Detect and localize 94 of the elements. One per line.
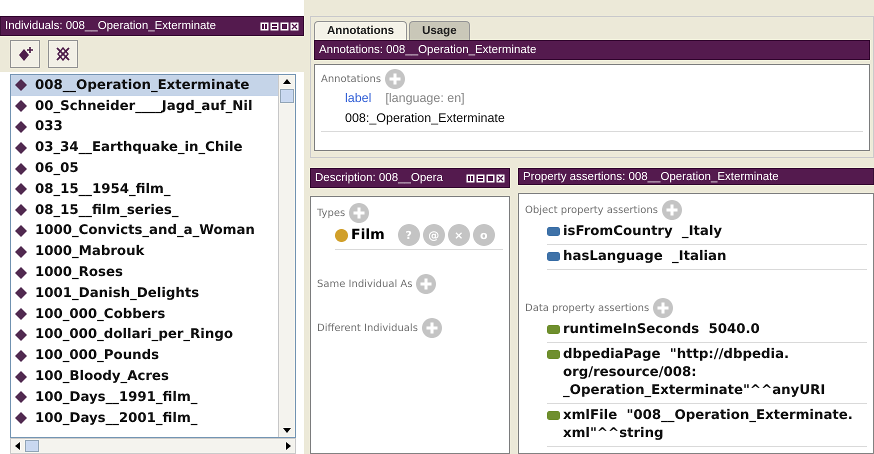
property-assertion[interactable]: hasLanguage _Italian	[563, 248, 726, 266]
add-individual-button[interactable]	[10, 40, 40, 68]
diamond-icon	[15, 162, 27, 175]
individual-name: 008__Operation_Exterminate	[35, 78, 250, 93]
individual-item[interactable]: 1000_Roses	[11, 262, 278, 283]
property-icon	[547, 325, 560, 334]
scrollbar-thumb[interactable]	[280, 89, 294, 103]
diamond-icon	[15, 142, 27, 154]
section-label: Same Individual As	[317, 278, 412, 290]
property-assertion[interactable]: dbpediaPage "http://dbpedia. org/resource/008: _Operation_Exterminate"^^anyURI	[563, 346, 826, 400]
individual-item[interactable]: 033	[11, 116, 278, 138]
individual-name: 00_Schneider____Jagd_auf_Nil	[35, 98, 253, 114]
individual-name: 100_000_Cobbers	[35, 306, 166, 322]
minimize-view-icon[interactable]	[476, 174, 485, 182]
individual-item[interactable]: 1000_Convicts_and_a_Woman	[11, 220, 278, 242]
class-dot-icon	[335, 228, 348, 242]
horizontal-scrollbar[interactable]	[10, 438, 296, 454]
individual-name: 03_34__Earthquake_in_Chile	[35, 140, 243, 156]
maximize-view-icon[interactable]	[280, 22, 289, 30]
type-name[interactable]: Film	[351, 227, 385, 243]
diamond-icon	[15, 391, 27, 404]
property-icon	[547, 252, 560, 261]
individual-name: 08_15__film_series_	[35, 202, 178, 218]
individual-name: 1000_Convicts_and_a_Woman	[35, 223, 255, 238]
panel-title: Property assertions: 008__Operation_Exterminate	[523, 170, 780, 182]
individual-name: 1000_Roses	[35, 265, 123, 280]
delete-individual-button[interactable]	[48, 40, 78, 68]
diamond-icon	[15, 287, 27, 300]
individual-name: 06_05	[35, 161, 79, 176]
minimize-view-icon[interactable]	[270, 22, 279, 30]
diamond-icon	[15, 266, 27, 279]
individual-item[interactable]: 100_Days__2001_film_	[11, 408, 278, 429]
diamond-icon	[15, 224, 27, 237]
tab[interactable]: Usage	[409, 21, 470, 40]
individual-item[interactable]: 08_15__film_series_	[11, 200, 278, 221]
individual-name: 033	[35, 119, 63, 134]
split-view-icon[interactable]	[466, 174, 475, 182]
scrollbar-thumb[interactable]	[25, 440, 39, 452]
diamond-icon	[15, 246, 27, 258]
maximize-view-icon[interactable]	[486, 174, 495, 182]
individual-item[interactable]: 06_05	[11, 158, 278, 179]
individual-name: 08_15__1954_film_	[35, 182, 171, 197]
panel-title: Description: 008__Opera	[315, 172, 444, 184]
vertical-scrollbar[interactable]	[278, 75, 295, 437]
split-view-icon[interactable]	[260, 22, 269, 30]
individual-name: 100_Days__1991_film_	[35, 390, 198, 405]
diamond-icon	[15, 412, 27, 424]
close-view-icon[interactable]	[496, 174, 505, 182]
diamond-plus-icon	[16, 45, 34, 63]
diamond-icon	[15, 308, 27, 320]
section-label: Types	[317, 208, 346, 218]
annotation-value: 008:_Operation_Exterminate	[345, 111, 506, 125]
individual-item[interactable]: 100_Days__1991_film_	[11, 386, 278, 408]
individual-name: 1001_Danish_Delights	[35, 286, 200, 301]
individual-name: 100_000_Pounds	[35, 348, 160, 364]
individual-item[interactable]: 00_Schneider____Jagd_auf_Nil	[11, 96, 278, 117]
diamond-icon	[15, 79, 27, 92]
panel-title: Annotations: 008__Operation_Exterminate	[319, 44, 538, 56]
individual-item[interactable]: 1000_Mabrouk	[11, 241, 278, 262]
individual-name: 1000_Mabrouk	[35, 244, 144, 260]
individual-item[interactable]: 100_Bloody_Acres	[11, 366, 278, 387]
property-icon	[547, 350, 560, 359]
individual-item[interactable]: 008__Operation_Exterminate	[11, 75, 278, 96]
section-label: Object property assertions	[525, 204, 658, 216]
diamond-icon	[15, 100, 27, 112]
panel-title: Individuals: 008__Operation_Exterminate	[5, 20, 217, 32]
diamond-icon	[15, 350, 27, 362]
property-assertion[interactable]: xmlFile "008__Operation_Exterminate. xml"^^string	[563, 407, 853, 443]
individual-name: 100_000_dollari_per_Ringo	[35, 327, 233, 342]
property-assertion[interactable]: isFromCountry _Italy	[563, 223, 722, 241]
individual-item[interactable]: 100_000_Pounds	[11, 345, 278, 366]
individual-item[interactable]: 03_34__Earthquake_in_Chile	[11, 137, 278, 158]
annotation-language: [language: en]	[385, 91, 465, 105]
diamond-icon	[15, 120, 27, 133]
close-view-icon[interactable]	[290, 22, 299, 30]
diamond-icon	[15, 183, 27, 196]
section-label: Annotations	[321, 74, 382, 84]
section-label: Data property assertions	[525, 302, 650, 314]
annotation-property[interactable]: label	[345, 91, 372, 105]
property-assertion[interactable]: runtimeInSeconds 5040.0	[563, 321, 760, 339]
property-icon	[547, 227, 560, 236]
diamond-icon	[15, 204, 27, 216]
individual-name: 100_Bloody_Acres	[35, 369, 169, 384]
tab[interactable]: Annotations	[314, 21, 408, 40]
property-icon	[547, 411, 560, 420]
individual-item[interactable]: 08_15__1954_film_	[11, 178, 278, 200]
section-label: Different Individuals	[317, 322, 418, 334]
diamond-icon	[15, 370, 27, 383]
individual-item[interactable]: 100_000_dollari_per_Ringo	[11, 324, 278, 346]
diamond-cross-icon	[54, 45, 72, 63]
individual-item[interactable]: 1001_Danish_Delights	[11, 282, 278, 304]
individual-name: 100_Days__2001_film_	[35, 410, 198, 426]
diamond-icon	[15, 328, 27, 341]
individual-item[interactable]: 100_000_Cobbers	[11, 304, 278, 325]
